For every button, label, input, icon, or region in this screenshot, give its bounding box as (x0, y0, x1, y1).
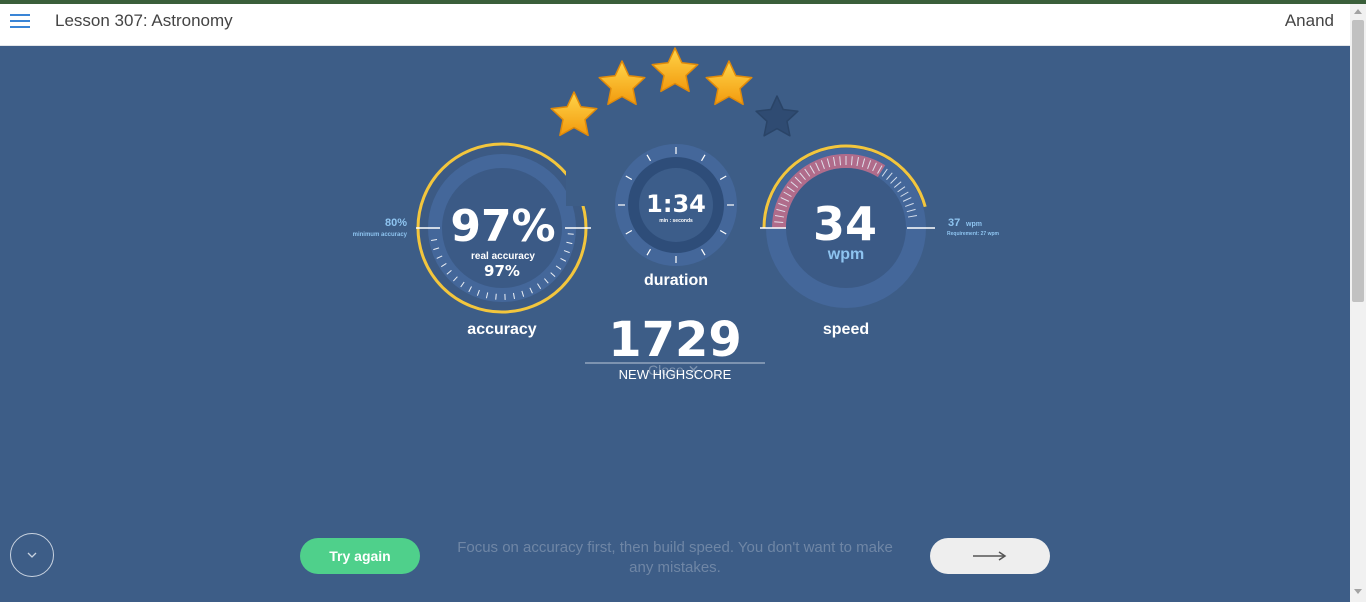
accuracy-label: accuracy (467, 321, 536, 338)
star-icon-filled (550, 91, 598, 137)
duration-unit: min : seconds (659, 218, 693, 224)
accuracy-gauge: 97% real accuracy 97% accuracy 80% minim… (353, 142, 591, 338)
star-icon-filled (651, 47, 699, 93)
speed-value: 34 (813, 197, 877, 251)
accuracy-value: 97% (450, 201, 555, 252)
minimum-accuracy-label: minimum accuracy (353, 232, 408, 238)
scroll-down-button[interactable] (10, 533, 54, 577)
duration-gauge: 1:34 min : seconds duration (615, 144, 737, 289)
chevron-down-icon (27, 552, 37, 558)
real-accuracy-label: real accuracy (471, 251, 535, 262)
star-icon-filled (598, 60, 646, 106)
highscore-value: 1729 (608, 312, 742, 368)
rating-stars (550, 47, 799, 137)
scroll-up-arrow-icon[interactable] (1354, 9, 1362, 14)
arrow-right-icon (973, 551, 1007, 561)
speed-gauge: 34 wpm speed 37 wpm Requirement: 27 wpm (760, 144, 1000, 338)
duration-value: 1:34 (646, 190, 706, 218)
scroll-down-arrow-icon[interactable] (1354, 589, 1362, 594)
next-lesson-button[interactable] (930, 538, 1050, 574)
try-again-button[interactable]: Try again (300, 538, 420, 574)
real-accuracy-value: 97% (484, 262, 520, 280)
star-icon-empty (755, 95, 799, 137)
scrollbar-thumb[interactable] (1352, 20, 1364, 302)
speed-requirement-label: Requirement: 27 wpm (947, 231, 1000, 237)
results-dashboard: 97% real accuracy 97% accuracy 80% minim… (353, 47, 1000, 368)
speed-label: speed (823, 321, 869, 338)
minimum-accuracy-value: 80% (385, 217, 407, 229)
tip-text: Focus on accuracy first, then build spee… (457, 539, 893, 576)
speed-unit: wpm (827, 246, 864, 263)
duration-label: duration (644, 272, 708, 289)
star-icon-filled (705, 60, 753, 106)
speed-requirement-value: 37 (948, 217, 960, 229)
speed-requirement-unit: wpm (965, 221, 982, 228)
highscore-label: NEW HIGHSCORE (618, 367, 732, 382)
